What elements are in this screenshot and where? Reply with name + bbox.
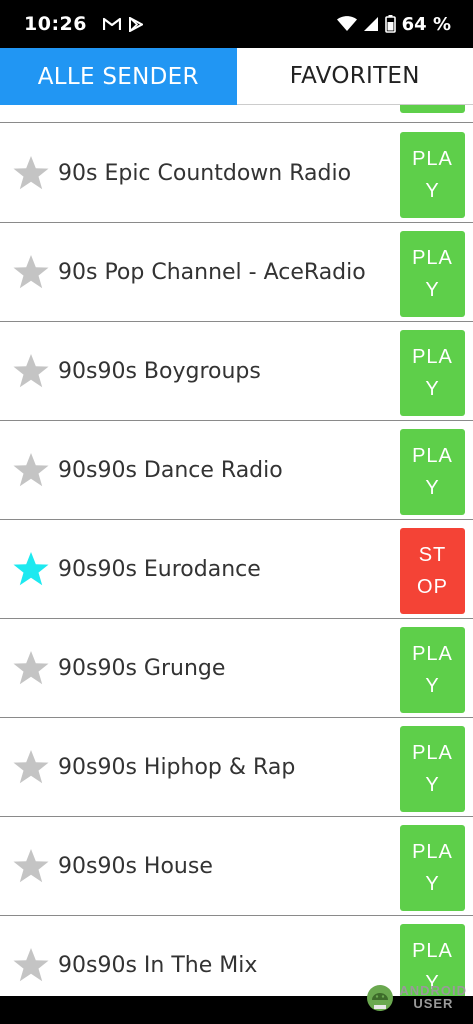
radio-app: ALLE SENDER FAVORITEN 90s Epic Countdown…	[0, 48, 473, 996]
station-name: 90s90s Dance Radio	[58, 457, 283, 483]
station-list[interactable]: 90s Epic Countdown Radio PLA Y 90s Pop Chan…	[0, 105, 473, 996]
play-button-partial[interactable]	[400, 105, 465, 113]
button-label-bottom: Y	[425, 477, 440, 499]
button-label-bottom: Y	[425, 774, 440, 796]
status-bar: 10:26 64 %	[0, 0, 473, 48]
button-label-top: PLA	[412, 346, 453, 368]
watermark: ANDROID USER	[365, 983, 467, 1011]
station-name: 90s90s Boygroups	[58, 358, 261, 384]
button-label-top: PLA	[412, 841, 453, 863]
status-right: 64 %	[336, 13, 451, 35]
station-name: 90s Epic Countdown Radio	[58, 160, 352, 186]
clock: 10:26	[24, 13, 87, 35]
tab-all-stations[interactable]: ALLE SENDER	[0, 48, 237, 105]
station-name: 90s90s Grunge	[58, 655, 226, 681]
station-row[interactable]: 90s90s Eurodance ST OP	[0, 520, 473, 619]
battery-icon	[384, 15, 396, 33]
station-row[interactable]: 90s Pop Channel - AceRadio PLA Y	[0, 223, 473, 322]
favorite-star-icon[interactable]	[12, 253, 50, 291]
favorite-star-icon[interactable]	[12, 946, 50, 984]
station-row[interactable]: 90s90s Dance Radio PLA Y	[0, 421, 473, 520]
stop-button[interactable]: ST OP	[400, 528, 465, 614]
tab-bar: ALLE SENDER FAVORITEN	[0, 48, 473, 105]
station-name: 90s90s Hiphop & Rap	[58, 754, 296, 780]
play-button[interactable]: PLA Y	[400, 627, 465, 713]
button-label-bottom: Y	[425, 873, 440, 895]
favorite-star-icon[interactable]	[12, 847, 50, 885]
favorite-star-icon[interactable]	[12, 748, 50, 786]
battery-percent: 64 %	[401, 13, 451, 35]
favorite-star-icon[interactable]	[12, 451, 50, 489]
favorite-star-icon[interactable]	[12, 352, 50, 390]
button-label-top: PLA	[412, 643, 453, 665]
gmail-icon	[102, 17, 121, 30]
button-label-top: PLA	[412, 742, 453, 764]
button-label-bottom: Y	[425, 675, 440, 697]
station-name: 90s90s House	[58, 853, 213, 879]
station-row[interactable]: 90s90s Grunge PLA Y	[0, 619, 473, 718]
button-label-bottom: Y	[425, 279, 440, 301]
station-row[interactable]: 90s Epic Countdown Radio PLA Y	[0, 124, 473, 223]
button-label-bottom: OP	[417, 576, 448, 598]
watermark-line2: USER	[413, 996, 454, 1011]
play-button[interactable]: PLA Y	[400, 330, 465, 416]
favorite-star-icon[interactable]	[12, 154, 50, 192]
signal-icon	[363, 17, 378, 31]
favorite-star-icon[interactable]	[12, 649, 50, 687]
station-row[interactable]: 90s90s Boygroups PLA Y	[0, 322, 473, 421]
station-name: 90s90s In The Mix	[58, 952, 258, 978]
notification-icons	[102, 16, 143, 32]
button-label-top: PLA	[412, 148, 453, 170]
play-store-icon	[128, 16, 143, 32]
tab-favorites[interactable]: FAVORITEN	[236, 48, 473, 105]
station-row[interactable]: 90s90s Hiphop & Rap PLA Y	[0, 718, 473, 817]
play-button[interactable]: PLA Y	[400, 132, 465, 218]
play-button[interactable]: PLA Y	[400, 726, 465, 812]
station-name: 90s Pop Channel - AceRadio	[58, 259, 366, 285]
play-button[interactable]: PLA Y	[400, 231, 465, 317]
button-label-bottom: Y	[425, 180, 440, 202]
button-label-top: ST	[418, 544, 447, 566]
button-label-bottom: Y	[425, 378, 440, 400]
play-button[interactable]: PLA Y	[400, 429, 465, 515]
wifi-icon	[336, 16, 357, 31]
button-label-top: PLA	[412, 445, 453, 467]
play-button[interactable]: PLA Y	[400, 825, 465, 911]
station-rows: 90s Epic Countdown Radio PLA Y 90s Pop Chan…	[0, 124, 473, 996]
favorite-star-icon[interactable]	[12, 550, 50, 588]
list-item-partial	[0, 105, 473, 123]
button-label-top: PLA	[412, 940, 453, 962]
station-name: 90s90s Eurodance	[58, 556, 261, 582]
android-logo-icon	[367, 985, 394, 1011]
station-row[interactable]: 90s90s House PLA Y	[0, 817, 473, 916]
button-label-top: PLA	[412, 247, 453, 269]
